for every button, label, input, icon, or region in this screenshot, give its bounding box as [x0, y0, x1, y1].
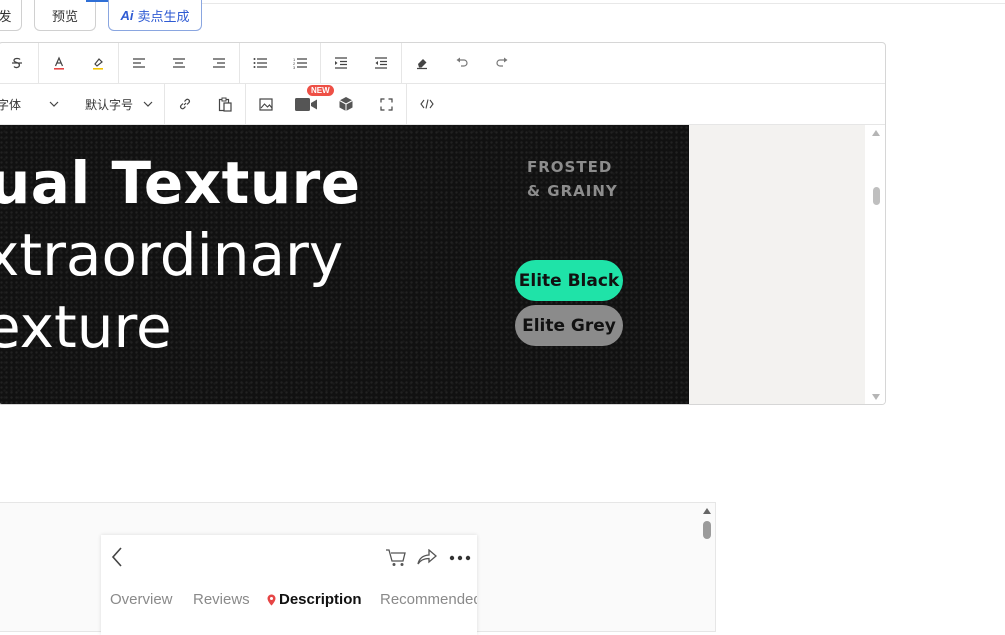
3d-box-icon[interactable] — [326, 84, 366, 124]
tab-overview[interactable]: Overview — [110, 591, 173, 608]
scroll-up-icon — [872, 130, 880, 136]
redo-icon[interactable] — [482, 43, 522, 83]
banner-heading-line2: xtraordinary — [0, 221, 344, 289]
chevron-down-icon — [143, 101, 153, 107]
link-icon[interactable] — [165, 84, 205, 124]
mobile-preview-panel: Overview Reviews Description Recommended — [0, 502, 716, 635]
partial-button[interactable]: 发 — [0, 0, 22, 31]
share-icon[interactable] — [417, 549, 437, 565]
color-option-elite-black: Elite Black — [515, 260, 623, 301]
banner-heading-line3: exture — [0, 293, 172, 361]
phone-frame: Overview Reviews Description Recommended — [101, 535, 477, 635]
tab-reviews[interactable]: Reviews — [193, 591, 250, 608]
strikethrough-icon[interactable] — [0, 43, 37, 83]
cart-icon[interactable] — [385, 549, 407, 567]
scroll-down-icon — [872, 394, 880, 400]
side-text-line2: & GRAINY — [527, 182, 618, 200]
align-center-icon[interactable] — [159, 43, 199, 83]
image-icon[interactable] — [246, 84, 286, 124]
rich-text-editor: 123 字体 默认字号 — [0, 42, 886, 405]
location-pin-icon — [267, 594, 276, 606]
preview-scrollbar-thumb[interactable] — [703, 521, 711, 539]
align-right-icon[interactable] — [199, 43, 239, 83]
scrollbar-thumb[interactable] — [873, 187, 880, 205]
scroll-up-icon — [703, 508, 711, 514]
svg-text:3: 3 — [293, 65, 296, 69]
highlight-color-icon[interactable] — [78, 43, 118, 83]
ai-icon: Ai — [120, 7, 134, 23]
color-option-elite-grey: Elite Grey — [515, 305, 623, 346]
source-code-icon[interactable] — [407, 84, 447, 124]
align-left-icon[interactable] — [119, 43, 159, 83]
indent-decrease-icon[interactable] — [361, 43, 401, 83]
bullet-list-icon[interactable] — [240, 43, 280, 83]
toolbar-row-2: 字体 默认字号 NEW — [0, 84, 885, 125]
partial-button-label: 发 — [0, 8, 12, 24]
banner-side-text: FROSTED & GRAINY — [527, 155, 618, 203]
preview-button[interactable]: 预览 — [34, 0, 96, 31]
numbered-list-icon[interactable]: 123 — [280, 43, 320, 83]
font-color-icon[interactable] — [39, 43, 79, 83]
more-options-icon[interactable] — [449, 555, 471, 561]
font-size-select[interactable]: 默认字号 — [85, 84, 163, 124]
preview-scrollbar[interactable] — [699, 503, 715, 633]
banner-heading-line1: ual Texture — [0, 149, 361, 217]
paste-icon[interactable] — [205, 84, 245, 124]
fullscreen-icon[interactable] — [366, 84, 406, 124]
indent-increase-icon[interactable] — [321, 43, 361, 83]
font-size-label: 默认字号 — [85, 97, 134, 112]
preview-button-label: 预览 — [51, 8, 78, 24]
chevron-down-icon — [49, 101, 59, 107]
side-text-line1: FROSTED — [527, 158, 613, 176]
editor-content-area[interactable]: ual Texture xtraordinary exture FROSTED … — [0, 125, 885, 404]
top-divider — [202, 3, 1005, 4]
clear-format-icon[interactable] — [402, 43, 442, 83]
tab-description[interactable]: Description — [279, 591, 362, 608]
back-arrow-icon[interactable] — [111, 547, 123, 567]
font-family-label: 字体 — [0, 97, 22, 112]
undo-icon[interactable] — [442, 43, 482, 83]
ai-selling-points-button[interactable]: Ai 卖点生成 — [108, 0, 202, 31]
toolbar-row-1: 123 — [0, 43, 885, 84]
tab-recommended[interactable]: Recommended — [380, 591, 477, 608]
ai-button-label: 卖点生成 — [137, 8, 190, 24]
texture-banner-image: ual Texture xtraordinary exture FROSTED … — [0, 125, 689, 404]
font-family-select[interactable]: 字体 — [0, 84, 67, 124]
editor-scrollbar[interactable] — [865, 125, 885, 404]
